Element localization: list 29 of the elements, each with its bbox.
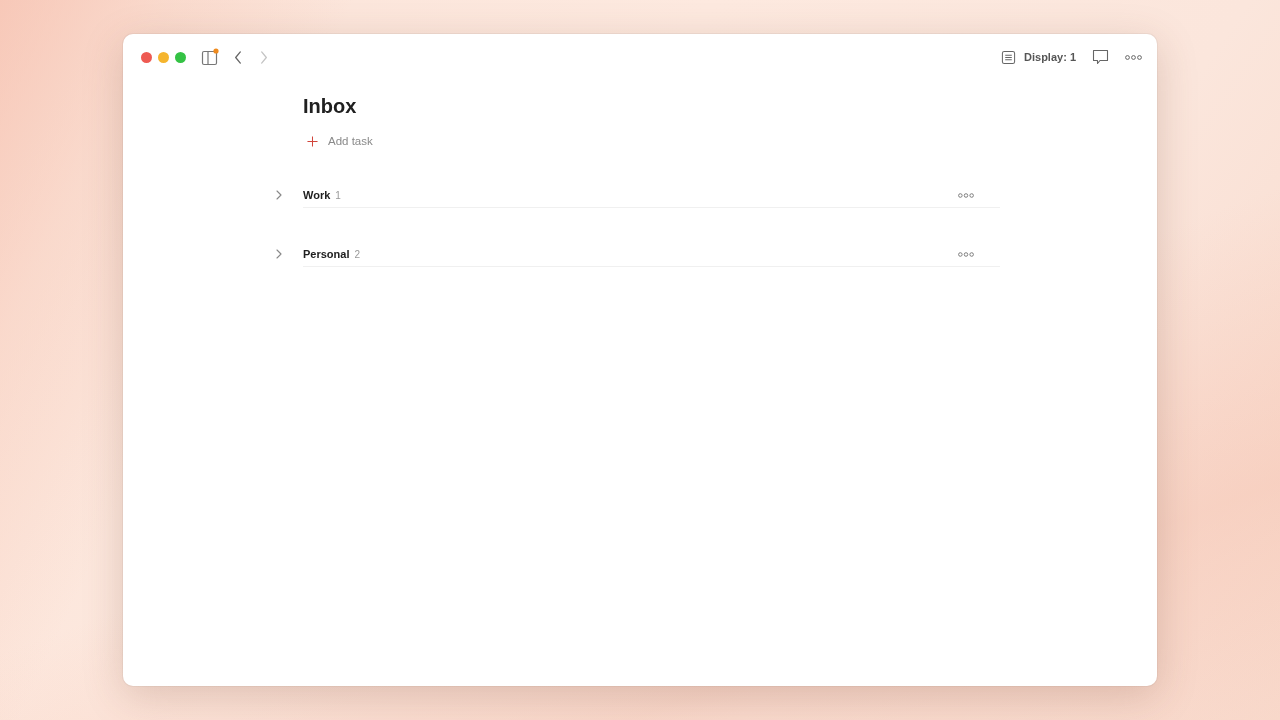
comment-icon	[1092, 49, 1109, 65]
more-icon	[958, 192, 974, 198]
chevron-icon	[276, 249, 282, 259]
plus-icon	[307, 135, 318, 147]
chevron-right-icon	[260, 50, 268, 64]
close-icon[interactable]	[141, 51, 152, 63]
more-icon	[958, 251, 974, 257]
section-name: Personal	[303, 248, 350, 260]
page-title: Inbox	[303, 94, 358, 118]
sidebar-icon	[201, 48, 219, 66]
chevron-left-icon	[234, 50, 242, 64]
more-button[interactable]	[1125, 54, 1142, 60]
expand-toggle[interactable]	[276, 249, 282, 259]
back-button[interactable]	[234, 50, 242, 64]
section-name: Work	[303, 189, 331, 201]
add-task-button[interactable]: Add task	[303, 135, 373, 147]
task-count: 1	[335, 189, 341, 201]
section-more-button[interactable]	[958, 192, 974, 198]
chevron-icon	[276, 190, 282, 200]
expand-toggle[interactable]	[276, 190, 282, 200]
display-button[interactable]: Display: 1	[1001, 49, 1076, 65]
sidebar-toggle-button[interactable]	[201, 48, 219, 66]
section-more-button[interactable]	[958, 251, 974, 257]
maximize-icon[interactable]	[175, 51, 186, 63]
list-icon	[1001, 49, 1017, 65]
comment-button[interactable]	[1092, 49, 1109, 65]
task-count: 2	[354, 248, 361, 260]
more-icon	[1125, 54, 1142, 60]
minimize-icon[interactable]	[158, 51, 169, 63]
